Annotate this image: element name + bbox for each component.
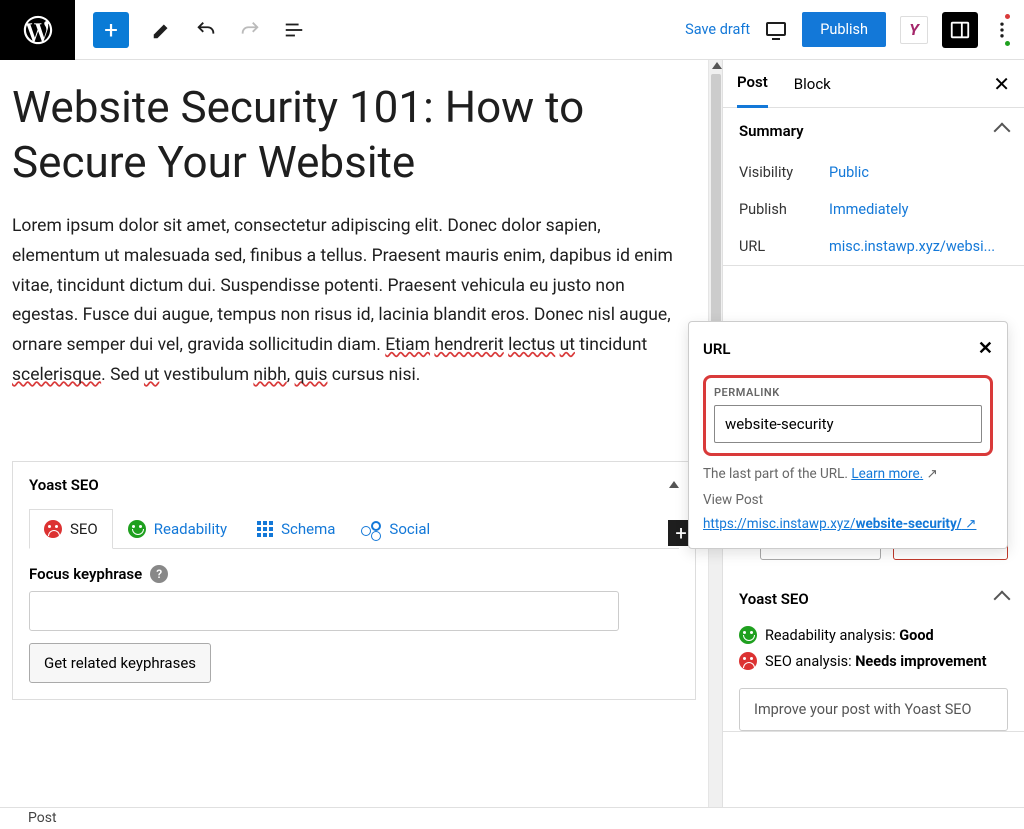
- visibility-value[interactable]: Public: [829, 164, 869, 181]
- url-label: URL: [739, 238, 829, 255]
- wordpress-logo[interactable]: [0, 0, 75, 60]
- sad-face-icon: [739, 652, 757, 670]
- add-block-button[interactable]: +: [93, 12, 129, 48]
- share-icon: [365, 521, 381, 537]
- undo-icon[interactable]: [195, 19, 217, 41]
- tab-seo[interactable]: SEO: [29, 509, 113, 549]
- chevron-up-icon: [994, 123, 1011, 140]
- sad-face-icon: [44, 520, 62, 538]
- sidebar-close-button[interactable]: ✕: [993, 72, 1010, 96]
- publish-value[interactable]: Immediately: [829, 201, 908, 218]
- view-post-link[interactable]: View Post: [703, 492, 993, 508]
- improve-yoast-button[interactable]: Improve your post with Yoast SEO: [739, 688, 1008, 731]
- visibility-label: Visibility: [739, 164, 829, 181]
- url-popover: URL ✕ PERMALINK The last part of the URL…: [688, 321, 1008, 549]
- publish-button[interactable]: Publish: [802, 12, 886, 47]
- sidebar-toggle-button[interactable]: [942, 12, 978, 48]
- readability-analysis-row: Readability analysis: Good: [723, 622, 1024, 648]
- happy-face-icon: [128, 520, 146, 538]
- permalink-highlight: PERMALINK: [703, 375, 993, 456]
- breadcrumb: Post: [0, 807, 1024, 829]
- preview-icon[interactable]: [764, 18, 788, 42]
- permalink-help: The last part of the URL. Learn more. ↗: [703, 466, 993, 482]
- permalink-input[interactable]: [714, 405, 982, 443]
- chevron-up-icon: [994, 591, 1011, 608]
- post-title[interactable]: Website Security 101: How to Secure Your…: [12, 80, 696, 190]
- schema-icon: [257, 521, 273, 537]
- publish-label: Publish: [739, 201, 829, 218]
- yoast-section-toggle[interactable]: Yoast SEO: [723, 576, 1024, 622]
- focus-keyphrase-input[interactable]: [29, 591, 619, 631]
- permalink-label: PERMALINK: [714, 386, 982, 399]
- popover-close-button[interactable]: ✕: [978, 338, 993, 359]
- popover-heading: URL: [703, 340, 731, 358]
- tab-schema[interactable]: Schema: [242, 509, 350, 549]
- permalink-url[interactable]: https://misc.instawp.xyz/website-securit…: [703, 516, 993, 532]
- redo-icon: [239, 19, 261, 41]
- help-icon[interactable]: ?: [150, 565, 168, 583]
- edit-icon[interactable]: [151, 19, 173, 41]
- yoast-icon[interactable]: Y: [900, 16, 928, 44]
- seo-analysis-row: SEO analysis: Needs improvement: [723, 648, 1024, 674]
- focus-keyphrase-label: Focus keyphrase?: [29, 565, 679, 583]
- scroll-up-icon: [712, 62, 722, 69]
- tab-post[interactable]: Post: [737, 59, 768, 108]
- tab-social[interactable]: Social: [350, 509, 445, 549]
- yoast-panel-toggle[interactable]: Yoast SEO: [13, 462, 695, 508]
- post-body[interactable]: Lorem ipsum dolor sit amet, consectetur …: [12, 212, 682, 391]
- summary-section-toggle[interactable]: Summary: [723, 108, 1024, 154]
- related-keyphrases-button[interactable]: Get related keyphrases: [29, 643, 211, 683]
- outline-icon[interactable]: [283, 19, 305, 41]
- learn-more-link[interactable]: Learn more.: [851, 466, 923, 482]
- happy-face-icon: [739, 626, 757, 644]
- tab-block[interactable]: Block: [794, 61, 831, 107]
- more-options-icon[interactable]: [992, 20, 1012, 40]
- save-draft-link[interactable]: Save draft: [685, 21, 750, 38]
- collapse-icon: [669, 481, 679, 488]
- tab-readability[interactable]: Readability: [113, 509, 242, 549]
- url-value[interactable]: misc.instawp.xyz/websi...: [829, 238, 995, 255]
